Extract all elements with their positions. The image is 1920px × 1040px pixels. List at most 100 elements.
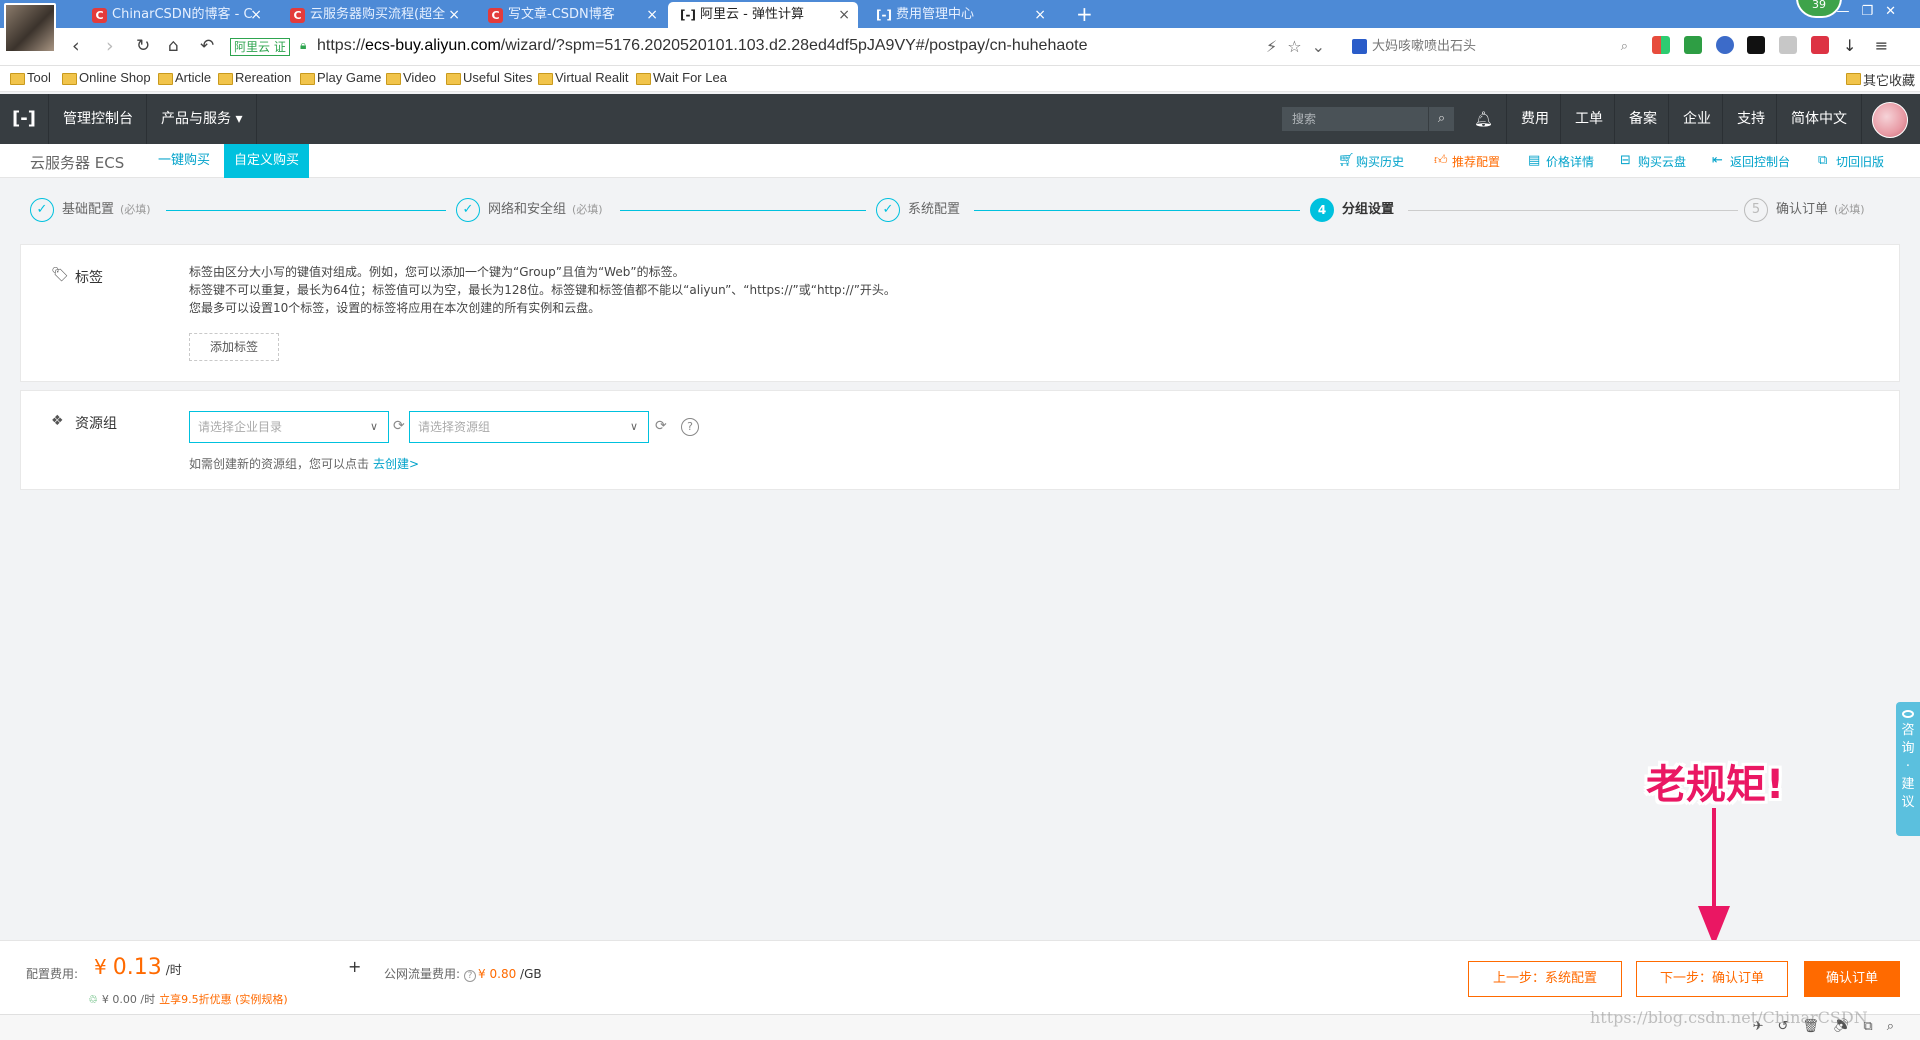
- reload-icon[interactable]: ↻: [136, 36, 150, 56]
- nav-icp[interactable]: 备案: [1614, 94, 1671, 144]
- bookmark-folder[interactable]: Wait For Lea: [636, 70, 727, 85]
- layers-icon: ❖: [51, 413, 64, 429]
- help-icon[interactable]: ?: [464, 970, 477, 982]
- step-system[interactable]: ✓ 系统配置: [876, 198, 960, 222]
- browser-search-input[interactable]: 大妈咳嗽喷出石头 ⌕: [1352, 35, 1632, 59]
- link-price-details[interactable]: ▤ 价格详情: [1528, 153, 1594, 170]
- prev-step-button[interactable]: 上一步：系统配置: [1468, 961, 1622, 997]
- link-recommended[interactable]: 👍︎ 推荐配置: [1434, 153, 1500, 170]
- nav-tickets[interactable]: 工单: [1560, 94, 1617, 144]
- resource-group-select[interactable]: 请选择资源组 ∨: [409, 411, 649, 443]
- bookmark-folder[interactable]: Tool: [10, 70, 51, 85]
- refresh-icon[interactable]: ⟳: [393, 418, 405, 434]
- watermark-text: https://blog.csdn.net/ChinarCSDN: [1590, 1008, 1868, 1027]
- next-step-button[interactable]: 下一步：确认订单: [1636, 961, 1788, 997]
- bookmark-folder[interactable]: Article: [158, 70, 211, 85]
- add-tag-button[interactable]: 添加标签: [189, 333, 279, 361]
- bell-icon[interactable]: 🔔︎: [1474, 94, 1493, 144]
- traffic-label: 公网流量费用:: [384, 967, 461, 981]
- shield-icon[interactable]: [1715, 36, 1734, 54]
- link-buy-disk[interactable]: ⊟ 购买云盘: [1620, 153, 1686, 170]
- refresh-icon[interactable]: ⟳: [655, 418, 667, 434]
- verified-label: 阿里云: [234, 40, 271, 54]
- home-icon[interactable]: ⌂: [168, 36, 179, 56]
- nav-support[interactable]: 支持: [1722, 94, 1779, 144]
- bookmark-folder[interactable]: Video: [386, 70, 436, 85]
- traffic-value: ¥ 0.80: [478, 967, 517, 981]
- browser-tab-3[interactable]: C 写文章-CSDN博客 ×: [476, 2, 666, 28]
- download-icon[interactable]: ↓: [1843, 36, 1861, 55]
- browser-tab-5[interactable]: [-] 费用管理中心 ×: [864, 2, 1054, 28]
- nav-products[interactable]: 产品与服务 ▾: [146, 94, 258, 144]
- notification-badge[interactable]: 39: [1796, 0, 1842, 18]
- confirm-order-button[interactable]: 确认订单: [1804, 961, 1900, 997]
- csdn-icon: C: [488, 8, 503, 23]
- switch-icon: ⧉: [1818, 153, 1828, 168]
- currency-symbol: ¥: [94, 955, 107, 979]
- step-basic[interactable]: ✓ 基础配置 (必填): [30, 198, 151, 222]
- browser-profile-avatar[interactable]: [4, 3, 56, 53]
- window-controls[interactable]: —❐✕: [1836, 4, 1908, 19]
- create-resource-group-link[interactable]: 去创建>: [373, 457, 419, 471]
- link-back-console[interactable]: ⇤ 返回控制台: [1712, 153, 1790, 170]
- feedback-tab[interactable]: 咨 询 · 建 议: [1896, 702, 1920, 836]
- tags-description: 标签由区分大小写的键值对组成。例如，您可以添加一个键为“Group”且值为“We…: [189, 263, 896, 317]
- close-icon[interactable]: ×: [448, 2, 460, 28]
- nav-console[interactable]: 管理控制台: [48, 94, 147, 144]
- search-icon[interactable]: ⌕: [1428, 107, 1454, 131]
- help-icon[interactable]: ?: [681, 418, 699, 436]
- ecs-sub-nav: 云服务器 ECS 一键购买 自定义购买 🛒︎ 购买历史 👍︎ 推荐配置 ▤ 价格详情 …: [0, 144, 1920, 178]
- step-connector: [1408, 210, 1738, 211]
- browser-tab-active[interactable]: [-] 阿里云 - 弹性计算 ×: [668, 2, 858, 28]
- annotation-text: 老规矩!: [1646, 762, 1785, 808]
- address-action-icons[interactable]: ⚡☆⌄: [1266, 37, 1335, 56]
- nav-billing[interactable]: 费用: [1506, 94, 1563, 144]
- back-icon[interactable]: ‹: [72, 36, 80, 56]
- tab-quick-buy[interactable]: 一键购买: [148, 144, 220, 178]
- console-search-input[interactable]: 搜索: [1282, 107, 1428, 131]
- browser-tab-2[interactable]: C 云服务器购买流程(超全 ×: [278, 2, 468, 28]
- cart-icon: 🛒︎: [1338, 153, 1355, 168]
- aliyun-logo-icon[interactable]: [-]: [0, 94, 48, 144]
- undo-icon[interactable]: ↶: [200, 36, 214, 56]
- forward-icon[interactable]: ›: [106, 36, 114, 56]
- step-required: (必填): [120, 203, 151, 216]
- bookmark-folder[interactable]: Play Game: [300, 70, 381, 85]
- discount-text[interactable]: 立享9.5折优惠 (实例规格): [159, 993, 288, 1006]
- star-extension-icon[interactable]: [1747, 36, 1766, 54]
- close-icon[interactable]: ×: [646, 2, 658, 28]
- nav-enterprise[interactable]: 企业: [1668, 94, 1725, 144]
- new-tab-button[interactable]: +: [1076, 0, 1093, 28]
- close-icon[interactable]: ×: [250, 2, 262, 28]
- enterprise-directory-select[interactable]: 请选择企业目录 ∨: [189, 411, 389, 443]
- other-bookmarks-folder[interactable]: 其它收藏: [1846, 70, 1915, 89]
- tab-custom-buy[interactable]: 自定义购买: [224, 144, 310, 178]
- check-icon: ✓: [456, 198, 480, 222]
- nav-language[interactable]: 简体中文: [1776, 94, 1862, 144]
- bookmark-folder[interactable]: Useful Sites: [446, 70, 532, 85]
- bookmark-folder[interactable]: Online Shop: [62, 70, 151, 85]
- search-icon[interactable]: ⌕: [1621, 35, 1628, 59]
- yen-extension-icon[interactable]: [1683, 36, 1702, 54]
- feedback-char: 询: [1901, 741, 1915, 756]
- url-field[interactable]: https://ecs-buy.aliyun.com/wizard/?spm=5…: [317, 37, 1087, 55]
- lock-icon[interactable]: 🔒︎: [300, 38, 306, 53]
- apps-icon[interactable]: [1652, 36, 1670, 54]
- link-old-version[interactable]: ⧉ 切回旧版: [1818, 153, 1884, 170]
- bookmark-folder[interactable]: Virtual Realit: [538, 70, 628, 85]
- close-icon[interactable]: ×: [1034, 2, 1046, 28]
- user-avatar[interactable]: [1872, 102, 1908, 138]
- step-required: (必填): [1834, 203, 1865, 216]
- close-icon[interactable]: ×: [838, 2, 850, 28]
- verified-site-badge[interactable]: 阿里云 证: [230, 38, 290, 56]
- disk-icon: ⊟: [1620, 153, 1631, 168]
- bookmark-folder[interactable]: Rereation: [218, 70, 291, 85]
- menu-icon[interactable]: ≡: [1875, 36, 1893, 55]
- browser-tab-1[interactable]: C ChinarCSDN的博客 - C ×: [80, 2, 270, 28]
- link-purchase-history[interactable]: 🛒︎ 购买历史: [1338, 153, 1404, 170]
- step-confirm[interactable]: 5 确认订单 (必填): [1744, 198, 1865, 222]
- puzzle-icon[interactable]: [1811, 36, 1830, 54]
- step-grouping[interactable]: 4 分组设置: [1310, 198, 1394, 222]
- step-network[interactable]: ✓ 网络和安全组 (必填): [456, 198, 603, 222]
- mail-icon[interactable]: [1779, 36, 1798, 54]
